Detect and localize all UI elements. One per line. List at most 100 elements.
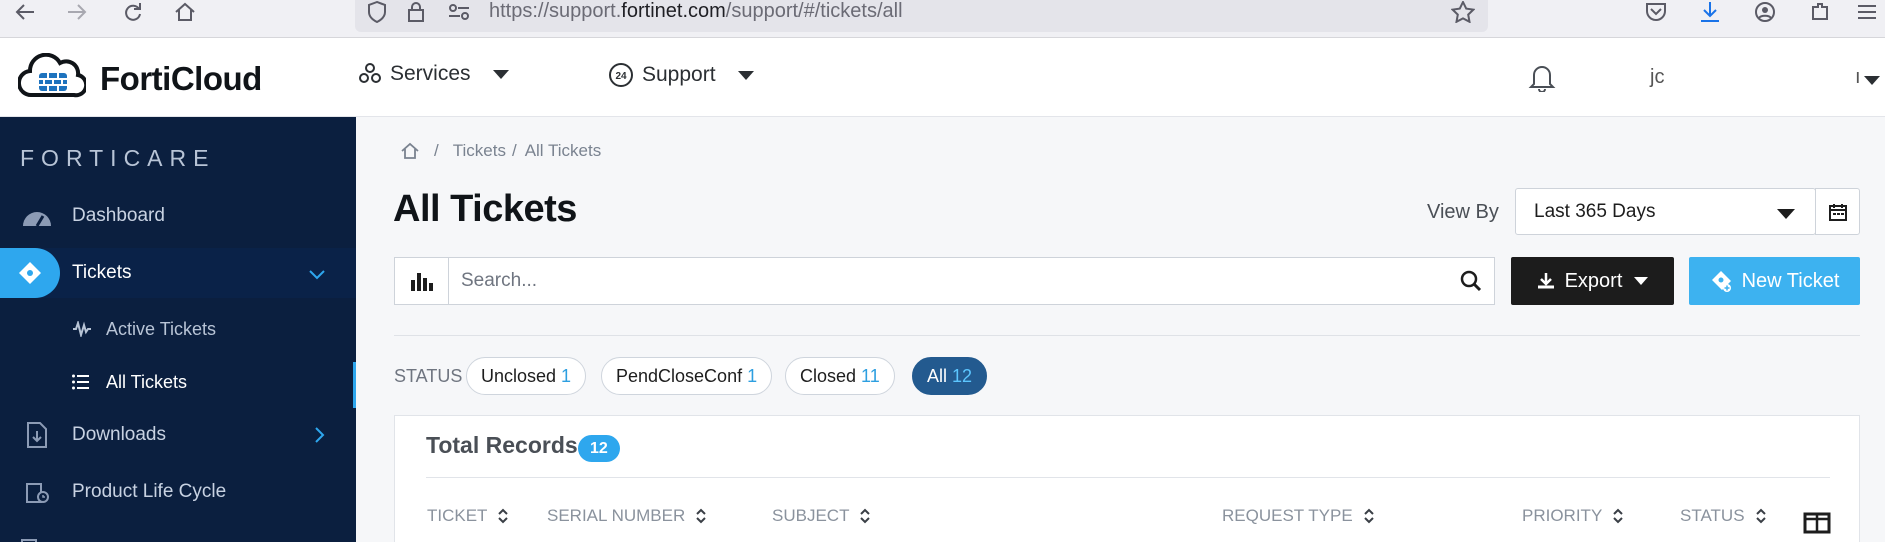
support-24-icon: 24 [608,62,634,88]
site-settings-icon[interactable] [447,0,471,24]
export-label: Export [1564,269,1623,292]
stats-toggle-button[interactable] [394,257,448,305]
sidebar-next-icon [18,533,48,542]
dashboard-gauge-icon [18,204,56,228]
reload-icon[interactable] [118,0,148,24]
sort-icon [1612,507,1624,525]
view-by-select[interactable]: Last 365 Days [1515,188,1816,235]
svg-text:24: 24 [615,71,627,82]
chip-label: PendCloseConf [616,365,743,386]
sidebar-item-all-tickets[interactable]: All Tickets [0,362,356,408]
page-title: All Tickets [393,188,577,230]
breadcrumb: / Tickets / All Tickets [400,141,601,161]
breadcrumb-separator: / [434,141,439,160]
home-icon[interactable] [170,0,200,24]
download-icon [1537,272,1555,290]
column-toggle-icon[interactable] [1803,512,1831,539]
sidebar-item-label: Product Life Cycle [72,481,227,502]
forward-arrow-icon[interactable] [62,0,92,24]
lifecycle-icon [18,479,56,505]
sidebar-item-label: Dashboard [72,205,165,226]
sort-icon [497,507,509,525]
sort-icon [1363,507,1375,525]
column-header-ticket[interactable]: TICKET [427,506,509,526]
sidebar-item-dashboard[interactable]: Dashboard [0,191,356,241]
sidebar-item-label: Downloads [72,424,166,445]
lock-icon[interactable] [407,0,425,24]
bar-chart-icon [410,270,434,292]
sort-icon [695,507,707,525]
column-label: REQUEST TYPE [1222,506,1353,525]
url-bar[interactable]: https://support.fortinet.com/support/#/t… [355,0,1488,32]
sidebar-item-downloads[interactable]: Downloads [0,410,356,460]
chip-count: 1 [561,365,572,386]
column-header-priority[interactable]: PRIORITY [1522,506,1624,526]
sidebar-item-label: Active Tickets [106,318,217,339]
browser-toolbar: https://support.fortinet.com/support/#/t… [0,0,1885,38]
calendar-icon [1828,202,1848,222]
column-label: STATUS [1680,506,1745,525]
sidebar-item-label: All Tickets [106,371,188,392]
status-filter-label: STATUS [394,366,463,386]
home-icon[interactable] [400,142,420,160]
breadcrumb-separator: / [511,141,517,160]
extensions-icon[interactable] [1805,0,1835,24]
chip-count: 1 [747,365,758,386]
pocket-icon[interactable] [1641,0,1671,24]
shield-icon[interactable] [367,0,387,24]
new-ticket-label: New Ticket [1741,269,1840,292]
menu-icon[interactable] [1852,0,1882,24]
new-ticket-button[interactable]: New Ticket [1689,257,1860,305]
chip-label: Closed [800,365,857,386]
support-menu[interactable]: 24 Support [608,62,754,88]
bell-icon[interactable] [1528,62,1556,97]
chevron-down-icon [1777,209,1795,219]
column-header-request-type[interactable]: REQUEST TYPE [1222,506,1375,526]
status-chip-closed[interactable]: Closed 11 [785,357,895,395]
sort-icon [1755,507,1767,525]
download-file-icon [18,421,56,449]
list-icon [72,374,92,390]
view-by-value: Last 365 Days [1534,200,1656,222]
column-label: TICKET [427,506,488,525]
calendar-button[interactable] [1815,188,1860,235]
records-count-badge: 12 [578,435,620,462]
search-box [448,257,1495,305]
divider [394,335,1860,336]
chip-label: Unclosed [481,365,557,386]
status-chip-all[interactable]: All 12 [912,357,988,395]
services-menu[interactable]: Services [358,62,509,86]
search-icon[interactable] [1460,270,1482,297]
back-arrow-icon[interactable] [10,0,40,24]
forticloud-logo[interactable]: FortiCloud [17,52,262,104]
chevron-right-icon [314,426,326,450]
ticket-icon [0,248,60,298]
chevron-down-icon [1634,277,1649,285]
chevron-down-icon [492,69,509,79]
url-text[interactable]: https://support.fortinet.com/support/#/t… [489,0,903,22]
sidebar-item-active-tickets[interactable]: Active Tickets [0,309,356,349]
chevron-down-icon[interactable] [1864,76,1880,85]
sidebar-item-product-life-cycle[interactable]: Product Life Cycle [0,467,356,517]
column-header-status[interactable]: STATUS [1680,506,1767,526]
export-button[interactable]: Export [1511,257,1674,305]
bookmark-star-icon[interactable] [1451,0,1475,24]
services-icon [358,62,382,86]
column-label: SUBJECT [772,506,850,525]
search-input[interactable] [449,258,1409,304]
chip-count: 11 [861,365,880,386]
ticket-add-icon [1710,269,1734,293]
sidebar-item-tickets[interactable]: Tickets [0,248,356,298]
downloads-icon[interactable] [1695,0,1725,24]
column-label: SERIAL NUMBER [547,506,686,525]
column-header-serial-number[interactable]: SERIAL NUMBER [547,506,707,526]
status-chip-pendcloseconf[interactable]: PendCloseConf 1 [601,357,773,395]
user-name[interactable]: jc [1650,66,1664,89]
breadcrumb-item-tickets[interactable]: Tickets [453,141,506,161]
account-icon[interactable] [1750,0,1780,24]
column-label: PRIORITY [1522,506,1603,525]
cloud-logo-icon [17,52,89,104]
status-chip-unclosed[interactable]: Unclosed 1 [466,357,587,395]
sidebar-brand: FORTICARE [20,145,216,171]
column-header-subject[interactable]: SUBJECT [772,506,871,526]
